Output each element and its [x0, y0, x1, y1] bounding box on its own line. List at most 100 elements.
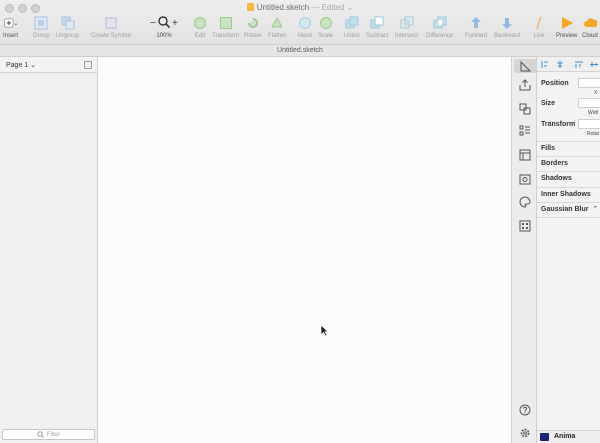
- anima-plugin-bar[interactable]: Anima: [537, 430, 600, 443]
- group-button[interactable]: Group: [33, 16, 50, 42]
- gear-icon: [520, 428, 529, 437]
- anima-label: Anima: [554, 433, 576, 440]
- ungroup-icon: [61, 16, 75, 30]
- section-divider: [537, 217, 600, 218]
- flatten-icon: [270, 16, 284, 30]
- difference-icon: [433, 16, 447, 30]
- zoom-out-button[interactable]: −: [150, 18, 156, 29]
- borders-section[interactable]: Borders: [537, 156, 600, 171]
- scale-button[interactable]: Scale: [318, 16, 333, 42]
- zoom-control: − + 100%: [146, 16, 182, 42]
- transform-icon: [219, 16, 233, 30]
- chevron-down-icon[interactable]: ⌄: [347, 3, 354, 12]
- grid-icon: [519, 220, 530, 231]
- edit-icon: [193, 16, 207, 30]
- forward-label: Forward: [465, 33, 488, 39]
- union-icon: [345, 16, 359, 30]
- link-label: Link: [533, 33, 545, 39]
- union-label: Union: [344, 33, 360, 39]
- document-name: Untitled.sketch: [256, 3, 310, 12]
- toggle-pages-button[interactable]: [84, 61, 92, 69]
- search-icon: [37, 431, 44, 438]
- position-x-field[interactable]: [578, 78, 600, 88]
- settings-button[interactable]: [518, 426, 531, 439]
- transform-label: Transform: [212, 33, 240, 39]
- stepper-icon[interactable]: ⌃: [592, 206, 598, 213]
- cloud-button[interactable]: Cloud: [582, 16, 598, 42]
- subtract-label: Subtract: [366, 33, 389, 39]
- ruler-icon: [520, 60, 531, 71]
- forward-button[interactable]: Forward: [465, 16, 487, 42]
- arrow-up-icon: [469, 16, 483, 30]
- subtract-button[interactable]: Subtract: [366, 16, 388, 42]
- intersect-button[interactable]: Intersect: [395, 16, 418, 42]
- symbol-icon: [104, 16, 118, 30]
- insert-label: Insert: [3, 33, 19, 39]
- rotate-field[interactable]: [578, 119, 600, 129]
- transform-button[interactable]: Transform: [212, 16, 239, 42]
- group-icon: [34, 16, 48, 30]
- align-center-icon[interactable]: [556, 61, 564, 68]
- mask-button[interactable]: Mask: [298, 16, 312, 42]
- list-icon: [519, 125, 530, 135]
- inspector-tab-symbols[interactable]: [518, 102, 531, 115]
- ungroup-button[interactable]: Ungroup: [56, 16, 79, 42]
- align-middle-icon[interactable]: [590, 61, 598, 68]
- current-page-selector[interactable]: Page 1 ⌄: [6, 61, 36, 69]
- document-tab[interactable]: Untitled.sketch: [0, 44, 600, 57]
- inspector-tab-design[interactable]: [514, 59, 536, 73]
- gaussian-blur-section[interactable]: Gaussian Blur ⌃: [537, 202, 600, 217]
- union-button[interactable]: Union: [344, 16, 360, 42]
- titlebar: Untitled.sketch — Edited ⌄ Insert Group …: [0, 0, 600, 44]
- mask-label: Mask: [298, 33, 313, 39]
- inspector-tab-images[interactable]: [518, 172, 531, 185]
- help-button[interactable]: [518, 403, 531, 416]
- preview-button[interactable]: Preview: [556, 16, 577, 42]
- filter-input[interactable]: Filter: [2, 429, 95, 440]
- arrow-down-icon: [500, 16, 514, 30]
- alignment-toolbar: [537, 57, 600, 72]
- inspector-tab-grid[interactable]: [518, 219, 531, 232]
- copy-icon: [519, 103, 530, 114]
- scale-label: Scale: [318, 33, 334, 39]
- group-label: Group: [33, 33, 50, 39]
- inspector-tab-layers[interactable]: [518, 124, 531, 137]
- magnifier-icon: [158, 16, 171, 30]
- align-left-icon[interactable]: [541, 61, 549, 68]
- inspector-tabs: [511, 57, 537, 443]
- zoom-in-button[interactable]: +: [172, 18, 178, 29]
- size-label: Size: [541, 100, 556, 107]
- layout-icon: [519, 149, 530, 160]
- inspector-tab-export[interactable]: [518, 78, 531, 91]
- link-button[interactable]: Link: [532, 16, 546, 42]
- width-field[interactable]: [578, 98, 600, 108]
- insert-button[interactable]: Insert: [3, 16, 18, 42]
- inner-shadows-section[interactable]: Inner Shadows: [537, 187, 600, 202]
- camera-icon: [519, 174, 530, 184]
- subtract-icon: [370, 16, 384, 30]
- shadows-section[interactable]: Shadows: [537, 171, 600, 186]
- create-symbol-button[interactable]: Create Symbol: [91, 16, 131, 42]
- create-symbol-label: Create Symbol: [91, 33, 131, 39]
- align-top-icon[interactable]: [575, 61, 583, 68]
- canvas[interactable]: [98, 57, 511, 443]
- pages-header[interactable]: Page 1 ⌄: [0, 57, 97, 73]
- inspector-tab-layout[interactable]: [518, 148, 531, 161]
- document-tab-label: Untitled.sketch: [277, 47, 323, 54]
- difference-label: Difference: [426, 33, 454, 39]
- difference-button[interactable]: Difference: [426, 16, 453, 42]
- backward-button[interactable]: Backward: [494, 16, 520, 42]
- transform-section-label: Transform: [541, 121, 576, 128]
- preview-label: Preview: [556, 33, 578, 39]
- flatten-button[interactable]: Flatten: [268, 16, 286, 42]
- edit-button[interactable]: Edit: [193, 16, 207, 42]
- fills-section[interactable]: Fills: [537, 141, 600, 156]
- intersect-label: Intersect: [395, 33, 419, 39]
- rotate-label: Rotate: [244, 33, 262, 39]
- rotate-button[interactable]: Rotate: [244, 16, 262, 42]
- edited-status: — Edited: [311, 3, 345, 12]
- inspector-tab-colors[interactable]: [518, 195, 531, 208]
- backward-label: Backward: [494, 33, 521, 39]
- width-label: Widt: [588, 110, 598, 116]
- sketch-window: Untitled.sketch — Edited ⌄ Insert Group …: [0, 0, 600, 443]
